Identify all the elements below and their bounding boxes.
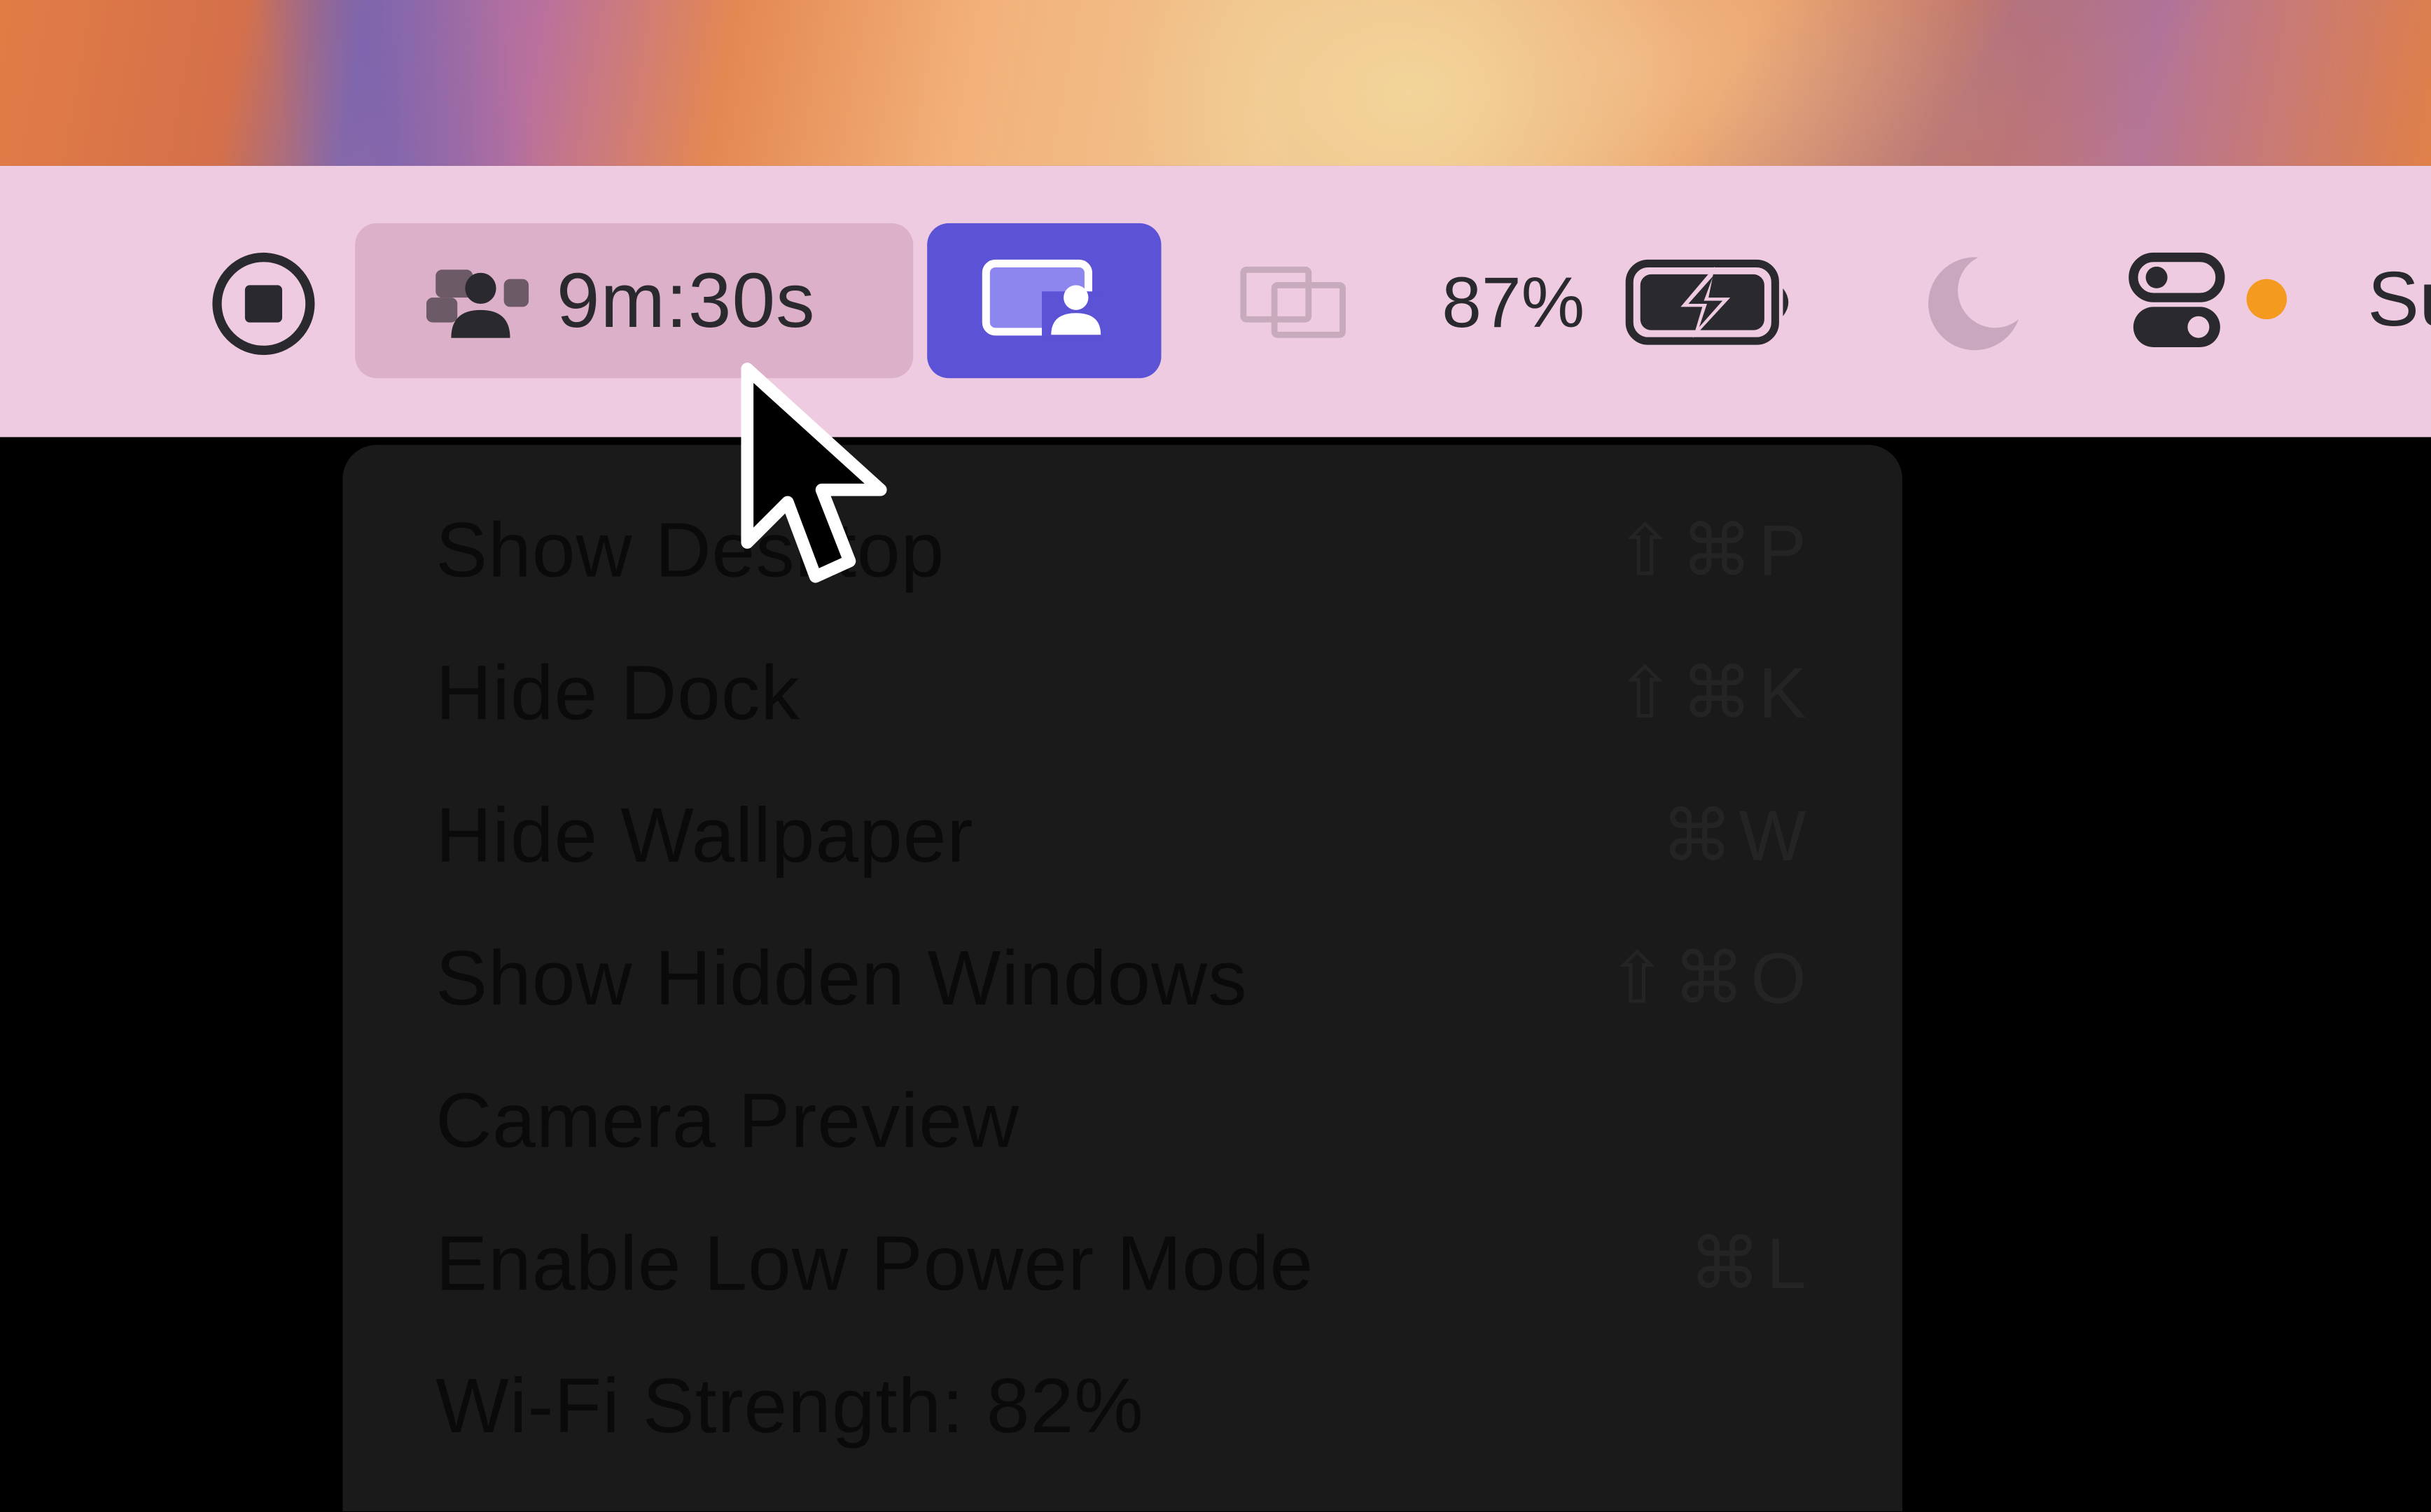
- desktop-wallpaper: [0, 0, 2431, 166]
- menubar-clock[interactable]: Su: [2367, 245, 2431, 354]
- menu-item-label: Hide Dock: [436, 649, 800, 736]
- menu-item-shortcut: ⇧⌘O: [1607, 937, 1813, 1018]
- menu-item-wifi-strength: Wi-Fi Strength: 82%: [436, 1344, 1816, 1468]
- menu-item-label: Enable Low Power Mode: [436, 1219, 1314, 1307]
- control-center-button[interactable]: [2127, 248, 2227, 356]
- windows-overlap-icon: [1240, 266, 1346, 338]
- menu-item-hide-dock[interactable]: Hide Dock ⇧⌘K: [436, 631, 1816, 755]
- stop-recording-button[interactable]: [208, 248, 319, 359]
- status-dot: [2246, 279, 2287, 320]
- focus-moon-icon: [1928, 257, 2019, 351]
- menu-item-show-hidden-windows[interactable]: Show Hidden Windows ⇧⌘O: [436, 916, 1816, 1040]
- menu-item-shortcut: ⌘W: [1661, 794, 1813, 876]
- recording-dropdown-menu: Show Desktop ⇧⌘P Hide Dock ⇧⌘K Hide Wall…: [342, 444, 1902, 1511]
- window-switcher-button[interactable]: [1237, 260, 1349, 344]
- battery-percentage: 87%: [1442, 262, 1585, 343]
- menu-item-hide-wallpaper[interactable]: Hide Wallpaper ⌘W: [436, 774, 1816, 897]
- battery-charging-icon: [1625, 259, 1789, 345]
- menu-item-label: Camera Preview: [436, 1077, 1020, 1164]
- menu-item-label: Show Hidden Windows: [436, 934, 1248, 1022]
- menu-item-show-desktop[interactable]: Show Desktop ⇧⌘P: [436, 489, 1816, 612]
- screen: 9m:30s 87% S Show Desktop ⇧⌘P Hide Dock …: [0, 0, 2431, 1511]
- participants-icon: [426, 260, 535, 341]
- menu-item-shortcut: ⇧⌘P: [1615, 510, 1813, 591]
- mouse-pointer-icon: [741, 363, 887, 583]
- control-center-icon: [2129, 252, 2225, 348]
- menu-item-label: Wi-Fi Strength: 82%: [436, 1362, 1144, 1450]
- menu-item-shortcut: ⌘L: [1689, 1223, 1813, 1304]
- timer-label: 9m:30s: [556, 257, 816, 344]
- recording-timer-button[interactable]: 9m:30s: [355, 223, 914, 379]
- battery-button[interactable]: [1625, 258, 1799, 347]
- focus-button[interactable]: [1919, 248, 2028, 356]
- stop-record-icon: [212, 252, 315, 356]
- camera-overlay-button[interactable]: [927, 223, 1162, 379]
- camera-overlay-icon: [981, 259, 1103, 338]
- menu-item-label: Hide Wallpaper: [436, 792, 974, 879]
- menu-item-low-power-mode[interactable]: Enable Low Power Mode ⌘L: [436, 1201, 1816, 1325]
- menu-item-camera-preview[interactable]: Camera Preview: [436, 1058, 1816, 1182]
- menu-item-shortcut: ⇧⌘K: [1615, 652, 1813, 734]
